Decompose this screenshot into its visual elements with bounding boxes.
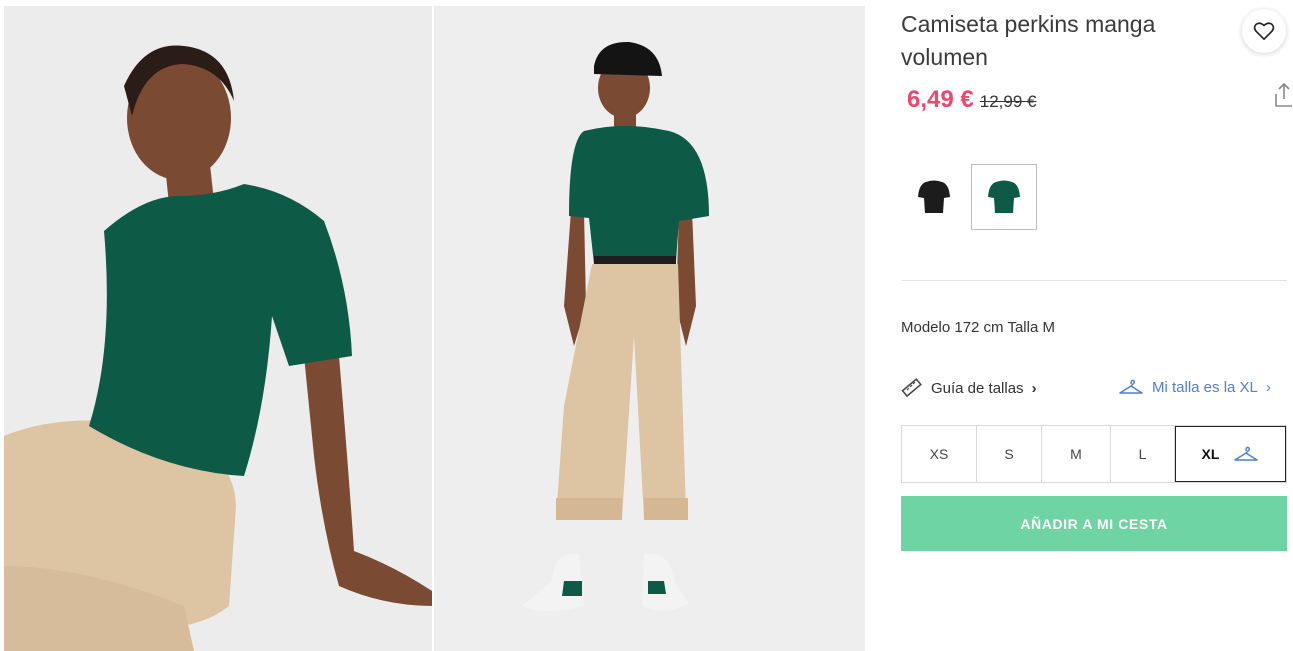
share-icon [1275,82,1292,107]
size-option-m[interactable]: M [1042,426,1111,482]
product-info-panel: Camiseta perkins manga volumen 6,49 € 12… [901,0,1293,651]
chevron-right-icon: › [1031,379,1037,397]
heart-icon [1253,22,1275,40]
size-option-xl-label: XL [1201,446,1220,462]
share-button[interactable] [1273,82,1293,110]
favorite-button[interactable] [1242,9,1286,53]
color-swatch-black[interactable] [901,164,967,230]
black-shirt-icon [918,180,950,213]
original-price: 12,99 € [979,92,1037,111]
size-option-xs[interactable]: XS [902,426,977,482]
green-shirt-icon [988,180,1020,213]
my-size-link[interactable]: Mi talla es la XL › [1118,378,1271,396]
ruler-icon [901,378,922,398]
size-option-xl[interactable]: XL [1175,426,1286,482]
size-option-s[interactable]: S [977,426,1042,482]
product-page: Camiseta perkins manga volumen 6,49 € 12… [0,0,1293,651]
size-guide-label: Guía de tallas [931,379,1024,397]
hanger-icon [1119,379,1143,394]
my-size-label: Mi talla es la XL [1152,378,1258,396]
product-image-1[interactable] [4,6,432,651]
color-swatch-green[interactable] [971,164,1037,230]
add-to-cart-button[interactable]: AÑADIR A MI CESTA [901,496,1287,551]
price-row: 6,49 € 12,99 € [907,86,1036,114]
model-info: Modelo 172 cm Talla M [901,319,1055,336]
current-price: 6,49 € [907,86,974,113]
hanger-icon [1234,446,1259,461]
product-title: Camiseta perkins manga volumen [901,11,1156,70]
size-selector: XS S M L XL [901,425,1287,483]
divider [901,280,1287,281]
size-option-l[interactable]: L [1111,426,1175,482]
product-image-2[interactable] [434,6,865,651]
chevron-right-icon: › [1265,378,1271,396]
size-guide-link[interactable]: Guía de tallas › [901,378,1037,398]
